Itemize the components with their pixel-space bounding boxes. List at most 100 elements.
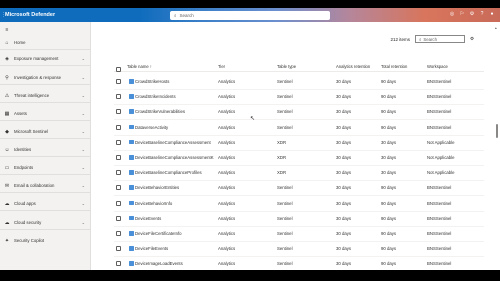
scroll-up-icon[interactable]: ▴: [495, 26, 497, 30]
row-checkbox[interactable]: [116, 215, 121, 221]
identity-icon: ☺: [4, 146, 10, 153]
cell-table-name[interactable]: DeviceBaselineComplianceAssessmentK: [135, 155, 214, 160]
cell-table-name[interactable]: DeviceBehaviorInfo: [135, 201, 172, 206]
row-checkbox[interactable]: [116, 155, 121, 160]
sidebar-item-home[interactable]: ⌂ Home: [0, 37, 91, 48]
cell-workspace: BNSSentinel: [427, 94, 452, 100]
cell-analytics-retention: 30 days: [336, 155, 352, 160]
cell-workspace: BNSSentinel: [427, 215, 452, 221]
column-header-total-retention[interactable]: Total retention: [381, 64, 407, 69]
customize-columns-icon[interactable]: ⚙: [470, 36, 474, 42]
cell-table-name[interactable]: DataverseActivity: [135, 125, 168, 130]
table-row[interactable]: DeviceBehaviorInfo Analytics Sentinel 30 da…: [114, 197, 484, 212]
cell-table-name[interactable]: DeviceImageLoadEvents: [135, 261, 183, 266]
cell-table-name[interactable]: CrowdStrikeIncidents: [135, 94, 176, 99]
cell-table-name[interactable]: CrowdStrikeHosts: [135, 79, 169, 84]
cell-table-name[interactable]: DeviceBaselineComplianceProfiles: [135, 170, 202, 175]
row-checkbox[interactable]: [116, 231, 121, 236]
sidebar-item-identities[interactable]: ☺ Identities ⌄: [0, 144, 91, 155]
avatar[interactable]: ●: [489, 11, 495, 18]
cell-tier: Analytics: [218, 261, 236, 267]
cell-table-name[interactable]: DeviceEvents: [135, 216, 161, 221]
table-row[interactable]: DataverseActivity Analytics Sentinel 30 day…: [114, 121, 484, 136]
cell-table-name[interactable]: CrowdStrikeVulnerabilities: [135, 109, 185, 114]
home-icon: ⌂: [5, 39, 9, 46]
cell-table-name[interactable]: DeviceBaselineComplianceAssessment: [135, 140, 211, 145]
select-all-checkbox[interactable]: [116, 67, 121, 72]
row-checkbox[interactable]: [116, 170, 121, 176]
sidebar-item-threat-intelligence[interactable]: ⚠ Threat intelligence ⌄: [0, 90, 91, 101]
sidebar-item-endpoints[interactable]: ▭ Endpoints ⌄: [0, 162, 91, 173]
cell-analytics-retention: 30 days: [336, 124, 352, 130]
cell-table-type: Sentinel: [277, 185, 293, 191]
sidebar-item-exposure-management[interactable]: ◈ Exposure management ⌄: [0, 53, 91, 64]
scrollbar-thumb[interactable]: [496, 124, 498, 138]
alerts-icon[interactable]: ⚐: [459, 11, 465, 18]
chevron-down-icon: ⌄: [81, 220, 85, 225]
global-search-input[interactable]: ⌕ Search: [170, 10, 330, 20]
cell-table-name[interactable]: DeviceFileEvents: [135, 246, 168, 251]
cell-analytics-retention: 30 days: [336, 185, 352, 191]
row-checkbox[interactable]: [116, 139, 121, 145]
sidebar-item-microsoft-sentinel[interactable]: ◆ Microsoft Sentinel ⌄: [0, 126, 91, 137]
sidebar-item-email-collaboration[interactable]: ✉ Email & collaboration ⌄: [0, 180, 91, 191]
chevron-down-icon: ⌄: [81, 165, 85, 170]
cell-total-retention: 90 days: [381, 109, 397, 115]
row-checkbox[interactable]: [116, 124, 121, 130]
table-row[interactable]: DeviceImageLoadEvents Analytics Sentinel 30…: [114, 257, 484, 270]
sidebar-collapse-button[interactable]: ≡: [0, 24, 91, 35]
table-row[interactable]: DeviceBaselineComplianceAssessment Analyt…: [114, 136, 484, 151]
cell-table-name[interactable]: DeviceFileCertificateInfo: [135, 231, 182, 236]
app-launcher-icon[interactable]: ⋮: [1, 11, 6, 19]
table-row[interactable]: DeviceEvents Analytics Sentinel 30 days 90 d…: [114, 212, 484, 227]
table-icon: [129, 170, 134, 175]
row-checkbox[interactable]: [116, 109, 121, 115]
table-row[interactable]: DeviceBaselineComplianceAssessmentK Analy…: [114, 151, 484, 166]
row-checkbox[interactable]: [116, 246, 121, 252]
row-checkbox[interactable]: [116, 94, 121, 100]
sidebar-item-label: Identities: [14, 147, 32, 152]
row-checkbox[interactable]: [116, 185, 121, 191]
cell-total-retention: 90 days: [381, 79, 397, 84]
settings-icon[interactable]: ⚙: [469, 11, 475, 18]
column-header-table-type[interactable]: Table type: [277, 64, 296, 69]
table-row[interactable]: DeviceFileCertificateInfo Analytics Sentin…: [114, 227, 484, 242]
scrollbar[interactable]: ▴: [495, 26, 499, 270]
sidebar-item-assets[interactable]: ▦ Assets ⌄: [0, 108, 91, 119]
chevron-down-icon: ⌄: [81, 75, 85, 80]
table-search-input[interactable]: ⌕ Search: [414, 35, 465, 43]
copilot-icon[interactable]: ◎: [449, 11, 455, 18]
table-row[interactable]: DeviceBehaviorEntities Analytics Sentinel 3…: [114, 181, 484, 197]
column-header-tier[interactable]: Tier: [218, 64, 225, 69]
cell-total-retention: 90 days: [381, 94, 397, 100]
table-row[interactable]: CrowdStrikeIncidents Analytics Sentinel 30 …: [114, 90, 484, 106]
table-icon: [129, 139, 134, 145]
table-search-placeholder: Search: [423, 36, 437, 42]
help-icon[interactable]: ?: [479, 11, 485, 18]
cell-workspace: BNSSentinel: [427, 200, 452, 206]
table-row[interactable]: DeviceBaselineComplianceProfiles Analytic…: [114, 166, 484, 182]
cell-tier: Analytics: [218, 124, 236, 130]
sidebar-item-cloud-security[interactable]: ☁ Cloud security ⌄: [0, 217, 91, 228]
sidebar-item-investigation-response[interactable]: ⚲ Investigation & response ⌄: [0, 72, 91, 83]
column-header-analytics-retention[interactable]: Analytics retention: [336, 64, 370, 69]
chevron-down-icon: ⌄: [81, 183, 85, 188]
column-header-workspace[interactable]: Workspace: [427, 64, 448, 69]
column-header-table-name[interactable]: Table name ↑: [127, 64, 152, 69]
sidebar-item-cloud-apps[interactable]: ☁ Cloud apps ⌄: [0, 198, 91, 209]
row-checkbox[interactable]: [116, 261, 121, 267]
row-checkbox[interactable]: [116, 200, 121, 206]
table-row[interactable]: CrowdStrikeHosts Analytics Sentinel 30 days…: [114, 75, 484, 90]
sidebar-item-label: Security Copilot: [14, 238, 45, 243]
search-placeholder: Search: [179, 12, 194, 18]
table-row[interactable]: DeviceFileEvents Analytics Sentinel 30 days…: [114, 242, 484, 258]
table-row[interactable]: CrowdStrikeVulnerabilities Analytics Senti…: [114, 105, 484, 121]
cell-analytics-retention: 30 days: [336, 200, 352, 206]
table-icon: [129, 155, 134, 160]
sidebar-divider: [0, 156, 91, 157]
cell-table-name[interactable]: DeviceBehaviorEntities: [135, 185, 179, 190]
sidebar-item-security-copilot[interactable]: ✦ Security Copilot: [0, 235, 91, 246]
row-checkbox[interactable]: [116, 79, 121, 84]
cell-table-type: Sentinel: [277, 109, 293, 115]
endpoint-icon: ▭: [4, 164, 10, 171]
